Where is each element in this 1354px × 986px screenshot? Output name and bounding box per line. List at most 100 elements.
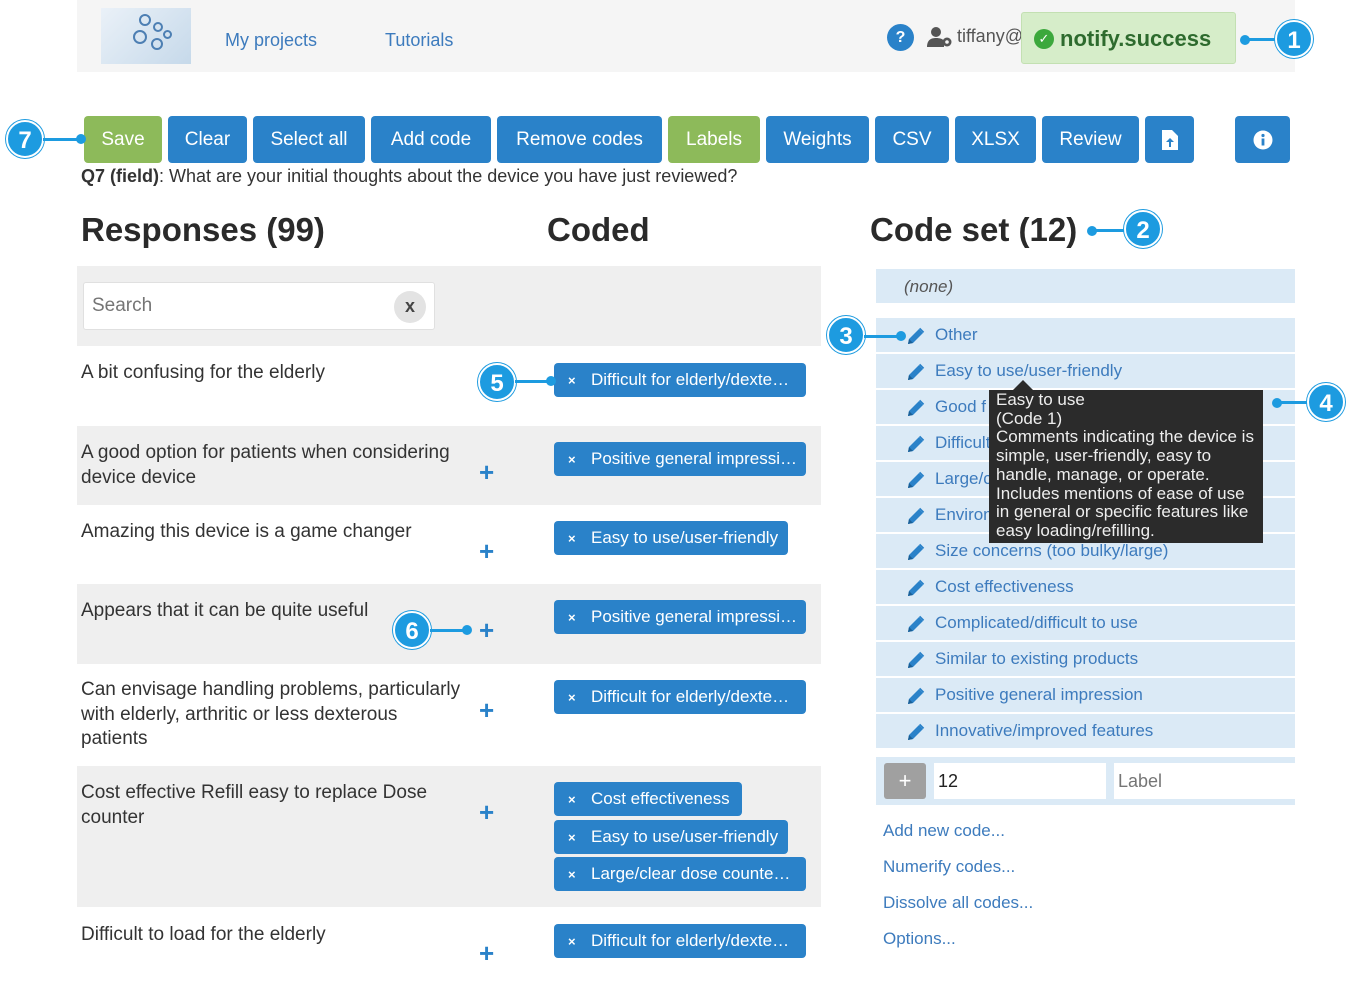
code-label[interactable]: Large/c xyxy=(935,469,992,489)
code-chip[interactable]: × Positive general impressi… xyxy=(554,600,806,634)
code-chip[interactable]: × Large/clear dose counte… xyxy=(554,857,806,891)
code-number-input[interactable] xyxy=(934,763,1106,799)
info-button[interactable] xyxy=(1235,116,1290,163)
code-label[interactable]: Good f xyxy=(935,397,986,417)
user-name[interactable]: tiffany@ xyxy=(957,26,1023,47)
table-row: Appears that it can be quite useful + × P… xyxy=(77,584,821,664)
app-logo[interactable] xyxy=(101,8,191,64)
add-code-submit-button[interactable]: + xyxy=(884,763,926,799)
weights-button[interactable]: Weights xyxy=(766,116,869,163)
add-code-plus-icon[interactable]: + xyxy=(479,940,494,966)
nav-tutorials[interactable]: Tutorials xyxy=(385,30,453,51)
add-code-button[interactable]: Add code xyxy=(371,116,491,163)
code-chip[interactable]: × Difficult for elderly/dexte… xyxy=(554,680,806,714)
code-label[interactable]: Other xyxy=(935,325,978,345)
search-input[interactable] xyxy=(92,293,382,319)
table-row: Difficult to load for the elderly + × Dif… xyxy=(77,907,821,986)
help-icon[interactable]: ? xyxy=(887,24,914,51)
code-label[interactable]: Complicated/difficult to use xyxy=(935,613,1138,633)
callout-dot xyxy=(896,331,906,341)
chip-label: Easy to use/user-friendly xyxy=(591,827,779,846)
code-none[interactable]: (none) xyxy=(876,269,1295,303)
add-code-plus-icon[interactable]: + xyxy=(479,799,494,825)
select-all-button[interactable]: Select all xyxy=(253,116,365,163)
tooltip-title: Easy to use xyxy=(996,390,1085,409)
code-item[interactable]: Positive general impression xyxy=(876,678,1295,712)
labels-button[interactable]: Labels xyxy=(668,116,760,163)
code-label[interactable]: Cost effectiveness xyxy=(935,577,1074,597)
chip-label: Easy to use/user-friendly xyxy=(591,528,779,547)
file-upload-icon xyxy=(1161,129,1178,150)
notification-text: notify.success xyxy=(1060,26,1212,51)
code-chip[interactable]: × Easy to use/user-friendly xyxy=(554,521,788,555)
add-code-plus-icon[interactable]: + xyxy=(479,538,494,564)
codeset-heading: Code set (12) xyxy=(870,211,1078,248)
code-item[interactable]: Cost effectiveness xyxy=(876,570,1295,604)
pencil-icon[interactable] xyxy=(906,398,926,418)
code-chip[interactable]: × Difficult for elderly/dexte… xyxy=(554,363,806,397)
code-chip[interactable]: × Cost effectiveness xyxy=(554,782,742,816)
remove-code-icon[interactable]: × xyxy=(568,858,576,891)
remove-code-icon[interactable]: × xyxy=(568,443,576,476)
add-new-code-link[interactable]: Add new code... xyxy=(883,821,1005,841)
remove-code-icon[interactable]: × xyxy=(568,522,576,555)
pencil-icon[interactable] xyxy=(906,722,926,742)
code-label[interactable]: Similar to existing products xyxy=(935,649,1138,669)
export-button[interactable] xyxy=(1145,116,1194,163)
code-chip[interactable]: × Difficult for elderly/dexte… xyxy=(554,924,806,958)
options-link[interactable]: Options... xyxy=(883,929,956,949)
responses-heading: Responses (99) xyxy=(81,211,325,248)
code-item[interactable]: Innovative/improved features xyxy=(876,714,1295,748)
remove-code-icon[interactable]: × xyxy=(568,681,576,714)
pencil-icon[interactable] xyxy=(906,362,926,382)
remove-code-icon[interactable]: × xyxy=(568,601,576,634)
pencil-icon[interactable] xyxy=(906,578,926,598)
remove-codes-button[interactable]: Remove codes xyxy=(497,116,662,163)
pencil-icon[interactable] xyxy=(906,506,926,526)
table-row: Can envisage handling problems, particul… xyxy=(77,664,821,766)
nav-my-projects[interactable]: My projects xyxy=(225,30,317,51)
review-button[interactable]: Review xyxy=(1042,116,1139,163)
code-chip[interactable]: × Easy to use/user-friendly xyxy=(554,820,788,854)
pencil-icon[interactable] xyxy=(906,542,926,562)
pencil-icon[interactable] xyxy=(906,326,926,346)
pencil-icon[interactable] xyxy=(906,686,926,706)
numerify-codes-link[interactable]: Numerify codes... xyxy=(883,857,1015,877)
search-clear-button[interactable]: x xyxy=(394,291,426,323)
remove-code-icon[interactable]: × xyxy=(568,821,576,854)
save-button[interactable]: Save xyxy=(84,116,162,163)
xlsx-button[interactable]: XLSX xyxy=(955,116,1036,163)
remove-code-icon[interactable]: × xyxy=(568,925,576,958)
pencil-icon[interactable] xyxy=(906,470,926,490)
pencil-icon[interactable] xyxy=(906,434,926,454)
code-item[interactable]: Easy to use/user-friendly xyxy=(876,354,1295,388)
code-label-input[interactable] xyxy=(1114,763,1295,799)
code-label[interactable]: Size concerns (too bulky/large) xyxy=(935,541,1168,561)
pencil-icon[interactable] xyxy=(906,650,926,670)
callout-line xyxy=(1245,38,1277,41)
pencil-icon[interactable] xyxy=(906,614,926,634)
callout-line xyxy=(864,335,898,338)
callout-dot xyxy=(76,134,86,144)
code-label[interactable]: Easy to use/user-friendly xyxy=(935,361,1122,381)
tooltip-description: Comments indicating the device is simple… xyxy=(996,427,1254,540)
code-label[interactable]: Innovative/improved features xyxy=(935,721,1153,741)
remove-code-icon[interactable]: × xyxy=(568,364,576,397)
add-code-plus-icon[interactable]: + xyxy=(479,697,494,723)
code-label[interactable]: Positive general impression xyxy=(935,685,1143,705)
code-chip[interactable]: × Positive general impressi… xyxy=(554,442,806,476)
add-code-plus-icon[interactable]: + xyxy=(479,459,494,485)
add-code-plus-icon[interactable]: + xyxy=(479,617,494,643)
remove-code-icon[interactable]: × xyxy=(568,783,576,816)
code-label[interactable]: Difficult xyxy=(935,433,990,453)
chip-label: Difficult for elderly/dexte… xyxy=(591,370,790,389)
clear-button[interactable]: Clear xyxy=(168,116,247,163)
code-item[interactable]: Other xyxy=(876,318,1295,352)
code-item[interactable]: Complicated/difficult to use xyxy=(876,606,1295,640)
callout-2: 2 xyxy=(1124,210,1162,248)
user-settings-icon[interactable] xyxy=(927,26,953,48)
dissolve-codes-link[interactable]: Dissolve all codes... xyxy=(883,893,1033,913)
code-item[interactable]: Similar to existing products xyxy=(876,642,1295,676)
csv-button[interactable]: CSV xyxy=(875,116,949,163)
code-label[interactable]: Environ xyxy=(935,505,993,525)
